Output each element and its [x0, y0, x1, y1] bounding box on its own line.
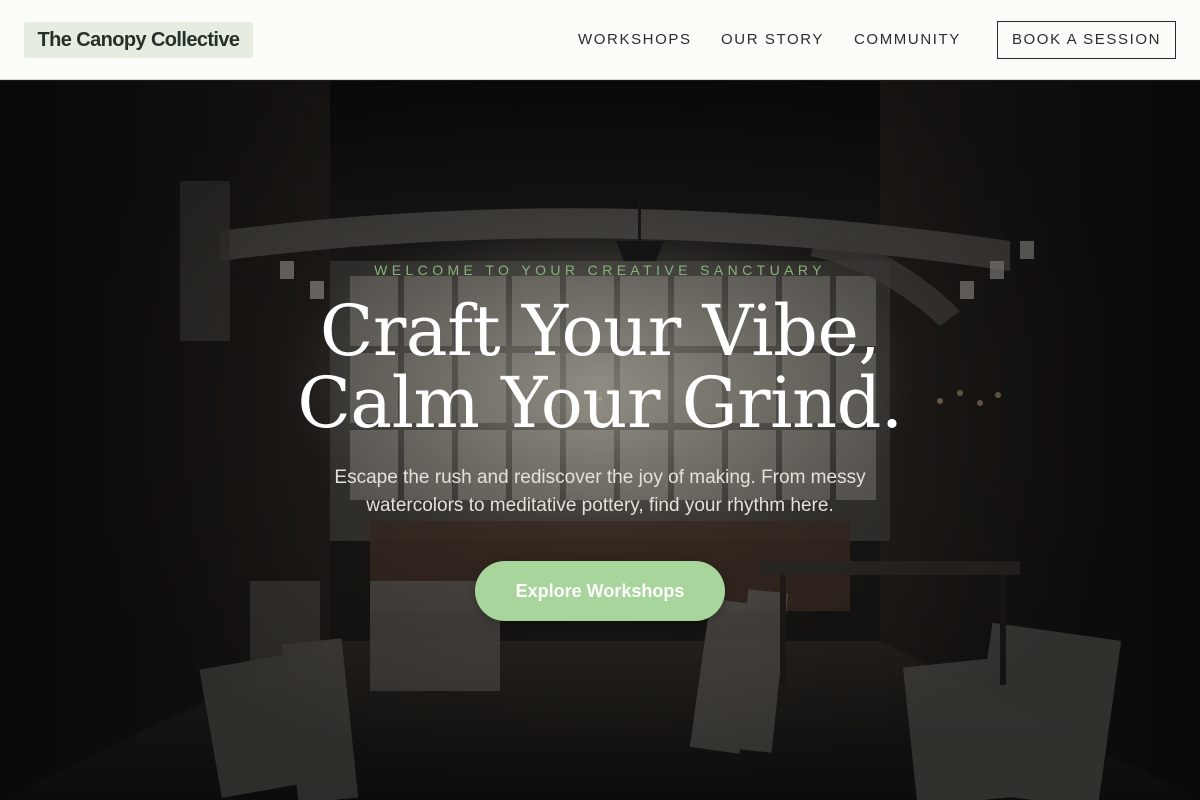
hero-headline: Craft Your Vibe, Calm Your Grind. [0, 295, 1200, 439]
explore-workshops-button[interactable]: Explore Workshops [475, 561, 725, 621]
site-logo[interactable]: The Canopy Collective [24, 22, 253, 58]
hero-subtext: Escape the rush and rediscover the joy o… [334, 467, 866, 516]
hero-headline-line1: Craft Your Vibe, [319, 290, 881, 372]
hero-section: WELCOME TO YOUR CREATIVE SANCTUARY Craft… [0, 81, 1200, 800]
nav-link-our-story[interactable]: OUR STORY [721, 0, 824, 80]
site-header: The Canopy Collective WORKSHOPS OUR STOR… [0, 0, 1200, 80]
nav-link-community[interactable]: COMMUNITY [854, 0, 961, 80]
nav-link-workshops[interactable]: WORKSHOPS [578, 0, 692, 80]
book-session-button[interactable]: BOOK A SESSION [997, 21, 1176, 59]
hero-headline-line2: Calm Your Grind. [297, 362, 903, 444]
hero-eyebrow: WELCOME TO YOUR CREATIVE SANCTUARY [374, 262, 826, 278]
